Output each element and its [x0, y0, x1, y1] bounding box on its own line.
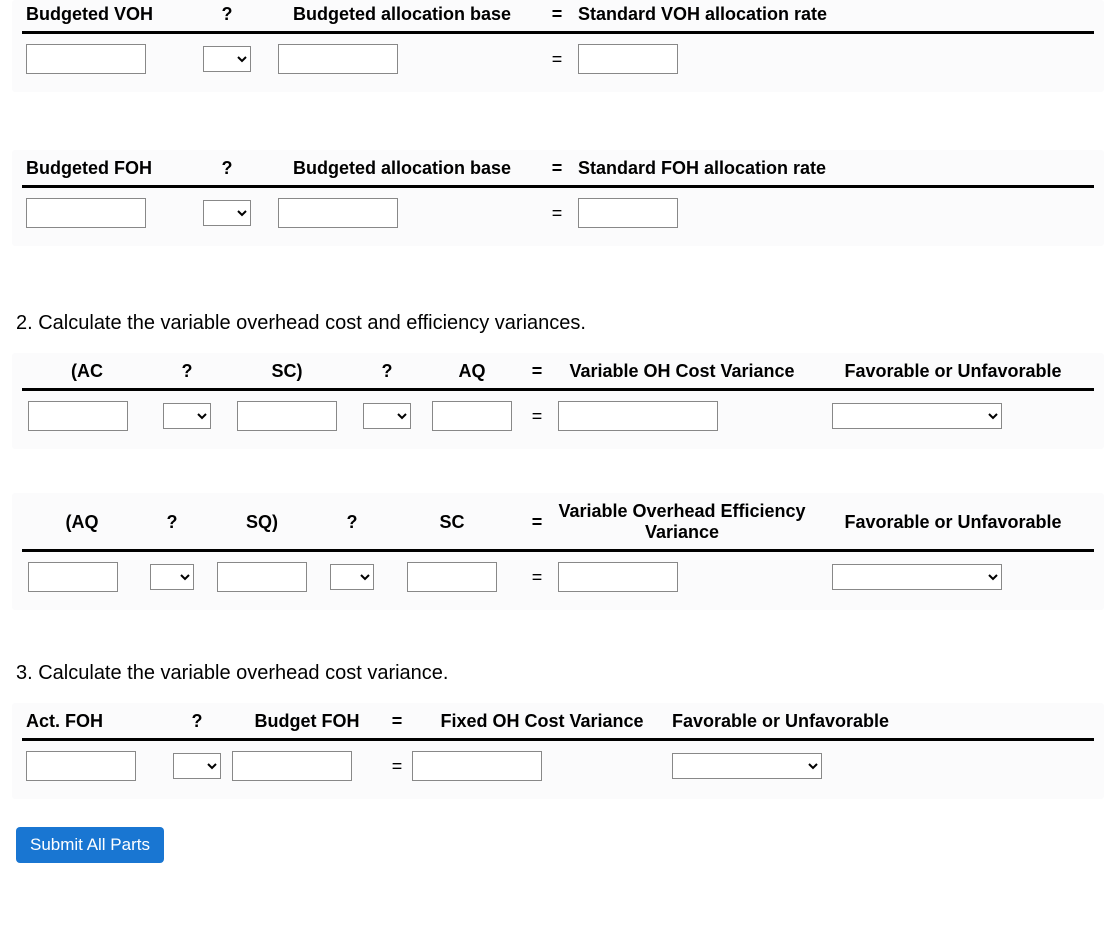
input-alloc-base-voh[interactable] [278, 44, 398, 74]
hdr-eq5: = [382, 711, 412, 732]
hdr-op2: ? [192, 158, 262, 179]
hdr-eq: = [542, 4, 572, 25]
select-op-aq[interactable] [150, 564, 194, 590]
hdr-alloc-base: Budgeted allocation base [262, 4, 542, 25]
hdr-sc2: SC [382, 512, 522, 533]
select-favun3[interactable] [672, 753, 822, 779]
input-budgeted-voh[interactable] [26, 44, 146, 74]
hdr-rate: Standard VOH allocation rate [572, 4, 1094, 25]
eq-vohev: = [522, 567, 552, 588]
hdr-vohcv: Variable OH Cost Variance [552, 361, 812, 382]
hdr-alloc-base2: Budgeted allocation base [262, 158, 542, 179]
hdr-actfoh: Act. FOH [22, 711, 162, 732]
hdr-fohcv: Fixed OH Cost Variance [412, 711, 672, 732]
input-sc[interactable] [237, 401, 337, 431]
input-rate-foh[interactable] [578, 198, 678, 228]
select-op-foh[interactable] [203, 200, 251, 226]
question-2: 2. Calculate the variable overhead cost … [16, 312, 1104, 335]
hdr-q1: ? [152, 361, 222, 382]
hdr-favun: Favorable or Unfavorable [812, 361, 1094, 382]
input-actfoh[interactable] [26, 751, 136, 781]
hdr-q4: ? [322, 512, 382, 533]
input-fohcv[interactable] [412, 751, 542, 781]
input-sq[interactable] [217, 562, 307, 592]
input-rate-voh[interactable] [578, 44, 678, 74]
hdr-vohev: Variable Overhead Efficiency Variance [552, 501, 812, 543]
input-vohcv[interactable] [558, 401, 718, 431]
select-favun2[interactable] [832, 564, 1002, 590]
eq-voh: = [542, 49, 572, 70]
hdr-favun3: Favorable or Unfavorable [672, 711, 1094, 732]
hdr-eq3: = [522, 361, 552, 382]
eq-fohcv: = [382, 756, 412, 777]
input-ac[interactable] [28, 401, 128, 431]
hdr-favun2: Favorable or Unfavorable [812, 512, 1094, 533]
hdr-aq2: (AQ [22, 512, 142, 533]
select-op-sq[interactable] [330, 564, 374, 590]
hdr-sq: SQ) [202, 512, 322, 533]
select-op-actfoh[interactable] [173, 753, 221, 779]
input-budfoh[interactable] [232, 751, 352, 781]
input-sc2[interactable] [407, 562, 497, 592]
hdr-eq2: = [542, 158, 572, 179]
input-alloc-base-foh[interactable] [278, 198, 398, 228]
hdr-budfoh: Budget FOH [232, 711, 382, 732]
question-3: 3. Calculate the variable overhead cost … [16, 662, 1104, 685]
submit-button[interactable]: Submit All Parts [16, 827, 164, 863]
hdr-budgeted-voh: Budgeted VOH [22, 4, 192, 25]
select-op-ac[interactable] [163, 403, 211, 429]
select-op-voh[interactable] [203, 46, 251, 72]
input-aq[interactable] [432, 401, 512, 431]
hdr-sc: SC) [222, 361, 352, 382]
hdr-aq: AQ [422, 361, 522, 382]
eq-foh: = [542, 203, 572, 224]
hdr-rate2: Standard FOH allocation rate [572, 158, 1094, 179]
input-aq2[interactable] [28, 562, 118, 592]
hdr-q3b: ? [142, 512, 202, 533]
hdr-eq4: = [522, 512, 552, 533]
select-op-sc[interactable] [363, 403, 411, 429]
input-budgeted-foh[interactable] [26, 198, 146, 228]
select-favun1[interactable] [832, 403, 1002, 429]
hdr-q5: ? [162, 711, 232, 732]
hdr-ac: (AC [22, 361, 152, 382]
eq-vohcv: = [522, 406, 552, 427]
hdr-budgeted-foh: Budgeted FOH [22, 158, 192, 179]
hdr-op1: ? [192, 4, 262, 25]
input-vohev[interactable] [558, 562, 678, 592]
hdr-q2b: ? [352, 361, 422, 382]
